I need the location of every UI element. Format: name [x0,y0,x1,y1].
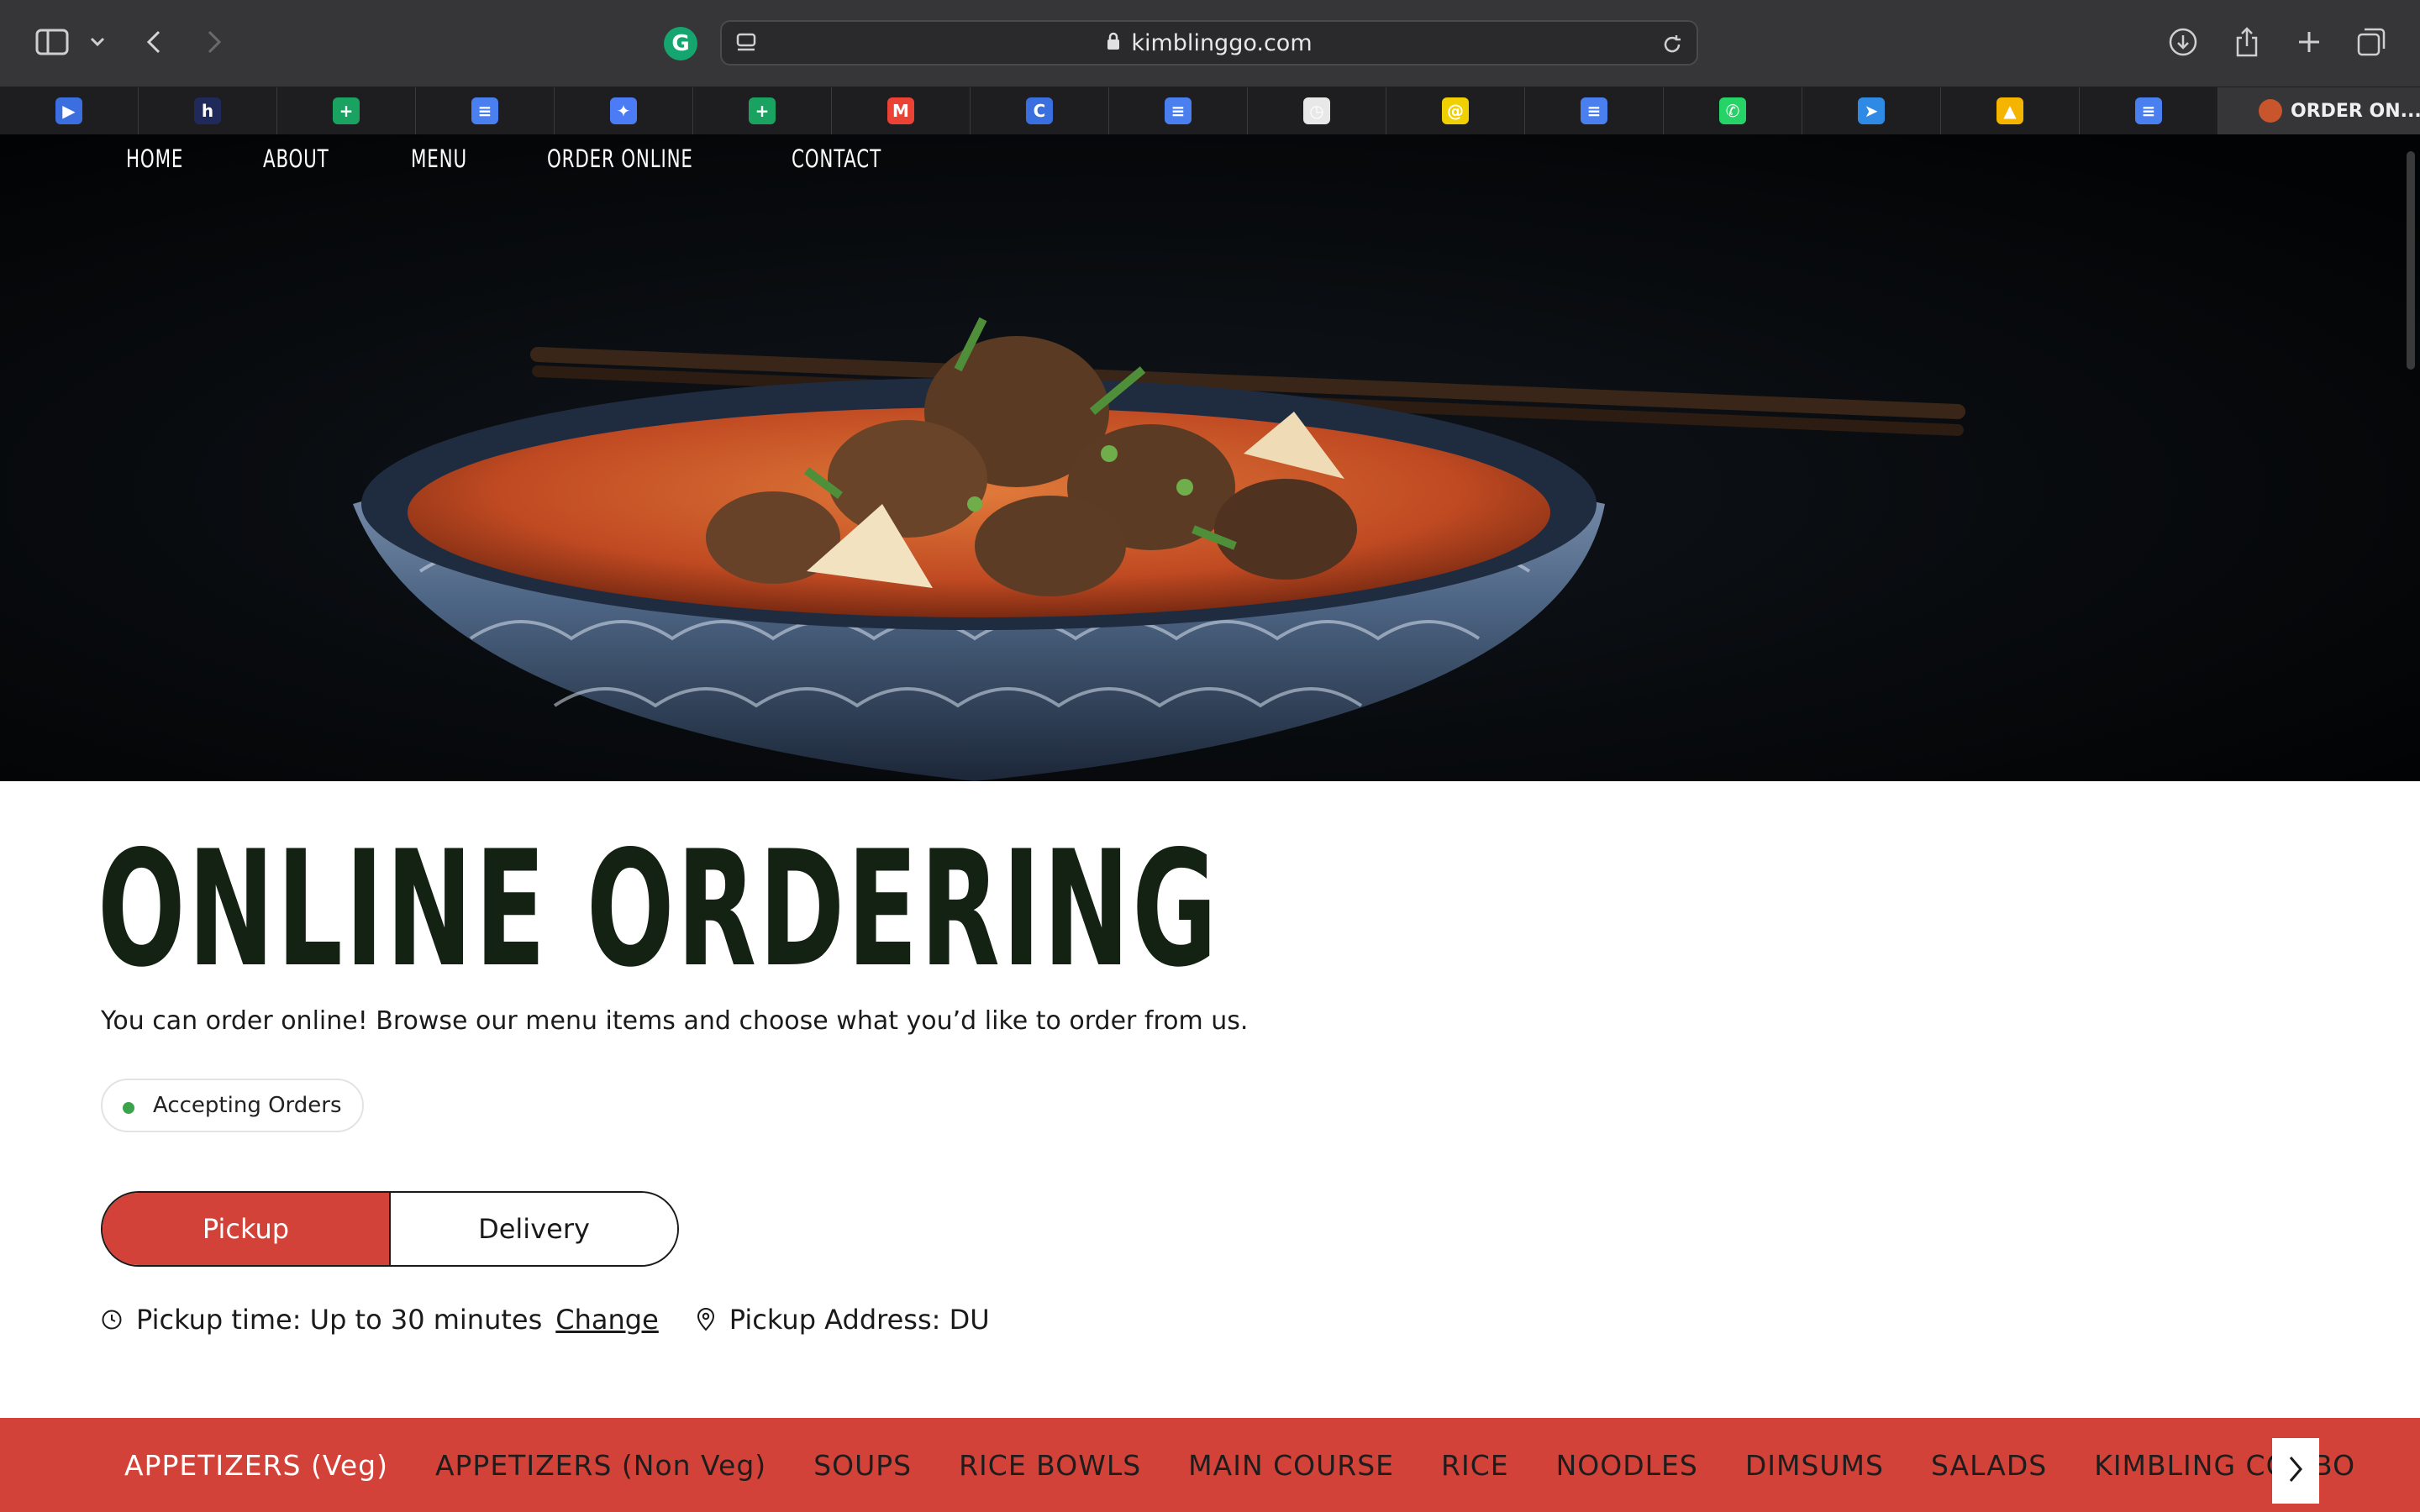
browser-tab[interactable]: ≡ [1109,87,1248,134]
chevron-right-icon [2287,1455,2304,1487]
share-icon[interactable] [2230,24,2264,60]
nav-link-menu[interactable]: MENU [411,144,467,173]
canva-c-icon: C [1026,97,1053,124]
page-subtitle: You can order online! Browse our menu it… [101,1006,1249,1036]
grammarly-extension-icon[interactable]: G [664,27,697,60]
change-pickup-time-link[interactable]: Change [555,1304,659,1336]
category-tab[interactable]: DIMSUMS [1722,1427,1907,1503]
pickup-button[interactable]: Pickup [103,1193,391,1265]
browser-tab[interactable]: h [139,87,277,134]
browser-tab[interactable]: ✦ [555,87,693,134]
browser-tab[interactable]: ≡ [1525,87,1664,134]
google-sheets-icon: + [333,97,360,124]
location-pin-icon [696,1308,716,1331]
lock-icon [1106,30,1121,56]
category-tab[interactable]: SALADS [1907,1427,2070,1503]
google-sheets-icon: + [749,97,776,124]
delivery-button[interactable]: Delivery [391,1193,677,1265]
category-tab[interactable]: RICE BOWLS [935,1427,1165,1503]
noodle-bowl-image [0,134,2420,781]
hackerrank-h-icon: h [194,97,221,124]
browser-tab[interactable]: ▲ [1941,87,2080,134]
play-circle-icon: ▶ [55,97,82,124]
browser-tab[interactable]: + [693,87,832,134]
browser-tab[interactable]: ≡ [2080,87,2218,134]
pickup-info: Pickup time: Up to 30 minutes Change Pic… [101,1304,990,1336]
browser-tab[interactable]: M [832,87,971,134]
category-tab[interactable]: KIMBLING COMBO [2070,1427,2379,1503]
browser-tab[interactable]: ◷ [1248,87,1386,134]
clock-badge-icon: ◷ [1303,97,1330,124]
page-title: ONLINE ORDERING [97,816,1220,1002]
forward-arrow-icon[interactable] [202,25,227,59]
category-tab[interactable]: SOUPS [790,1427,935,1503]
new-tab-plus-icon[interactable] [2292,25,2326,59]
status-text: Accepting Orders [153,1093,342,1118]
browser-tab[interactable]: ▶ [0,87,139,134]
active-tab-label: ORDER ON... [2291,100,2420,122]
category-tab[interactable]: RICE [1418,1427,1533,1503]
google-docs-icon: ≡ [471,97,498,124]
browser-tab[interactable]: ✆ [1664,87,1802,134]
browser-tab[interactable]: ➤ [1802,87,1941,134]
tab-bar: ORDER ON... ▶ h + ≡ ✦ + M C ≡ ◷ @ ≡ ✆ ➤ ▲ ≡ [0,87,2420,134]
nav-link-about[interactable]: ABOUT [263,144,329,173]
url-text: kimblinggo.com [1131,29,1313,56]
pickup-time: Pickup time: Up to 30 minutes [136,1304,543,1336]
category-tab[interactable]: NOODLES [1533,1427,1722,1503]
nav-link-order-online[interactable]: ORDER ONLINE [547,144,693,173]
google-drive-icon: ▲ [1996,97,2023,124]
clock-icon [101,1309,123,1331]
sidebar-toggle-icon[interactable] [34,25,71,59]
browser-tab[interactable]: + [277,87,416,134]
reload-icon[interactable] [1660,32,1685,57]
status-dot-icon [123,1102,134,1114]
category-tab[interactable]: MAIN COURSE [1165,1427,1418,1503]
google-docs-icon: ≡ [1165,97,1192,124]
category-list: APPETIZERS (Veg) APPETIZERS (Non Veg) SOUP… [101,1418,2379,1512]
tab-overview-icon[interactable] [2354,25,2388,59]
fulfillment-mode-toggle: Pickup Delivery [101,1191,679,1267]
category-scroll-right-button[interactable] [2272,1438,2319,1504]
back-arrow-icon[interactable] [141,25,166,59]
nav-link-contact[interactable]: CONTACT [792,144,881,173]
hero-banner: HOME ABOUT MENU ORDER ONLINE CONTACT [0,134,2420,781]
chevron-down-icon[interactable] [87,30,108,54]
gemini-sparkle-icon: ✦ [610,97,637,124]
pickup-address: Pickup Address: DU [696,1304,990,1336]
browser-tab[interactable]: C [971,87,1109,134]
gmail-icon: M [887,97,914,124]
telegram-icon: ➤ [1858,97,1885,124]
browser-tab[interactable]: @ [1386,87,1525,134]
restaurant-logo-icon [2259,99,2282,123]
site-nav: HOME ABOUT MENU ORDER ONLINE CONTACT [126,144,969,173]
browser-toolbar: G kimblinggo.com [0,0,2420,87]
address-bar[interactable]: kimblinggo.com [720,20,1698,66]
status-badge: Accepting Orders [101,1079,364,1132]
tab-active[interactable]: ORDER ON... [2218,87,2420,134]
nav-link-home[interactable]: HOME [126,144,183,173]
google-docs-icon: ≡ [1581,97,1607,124]
whatsapp-icon: ✆ [1719,97,1746,124]
google-docs-icon: ≡ [2135,97,2162,124]
url-display: kimblinggo.com [722,22,1697,64]
category-bar: APPETIZERS (Veg) APPETIZERS (Non Veg) SOUP… [0,1418,2420,1512]
pickup-address-text: Pickup Address: DU [729,1304,990,1336]
main-content: ONLINE ORDERING You can order online! Br… [0,781,2420,1512]
category-tab[interactable]: APPETIZERS (Veg) [101,1427,412,1503]
mailchimp-icon: @ [1442,97,1469,124]
page-scrollbar[interactable] [2407,151,2415,370]
browser-tab[interactable]: ≡ [416,87,555,134]
download-icon[interactable] [2166,25,2200,59]
category-tab[interactable]: APPETIZERS (Non Veg) [412,1427,790,1503]
